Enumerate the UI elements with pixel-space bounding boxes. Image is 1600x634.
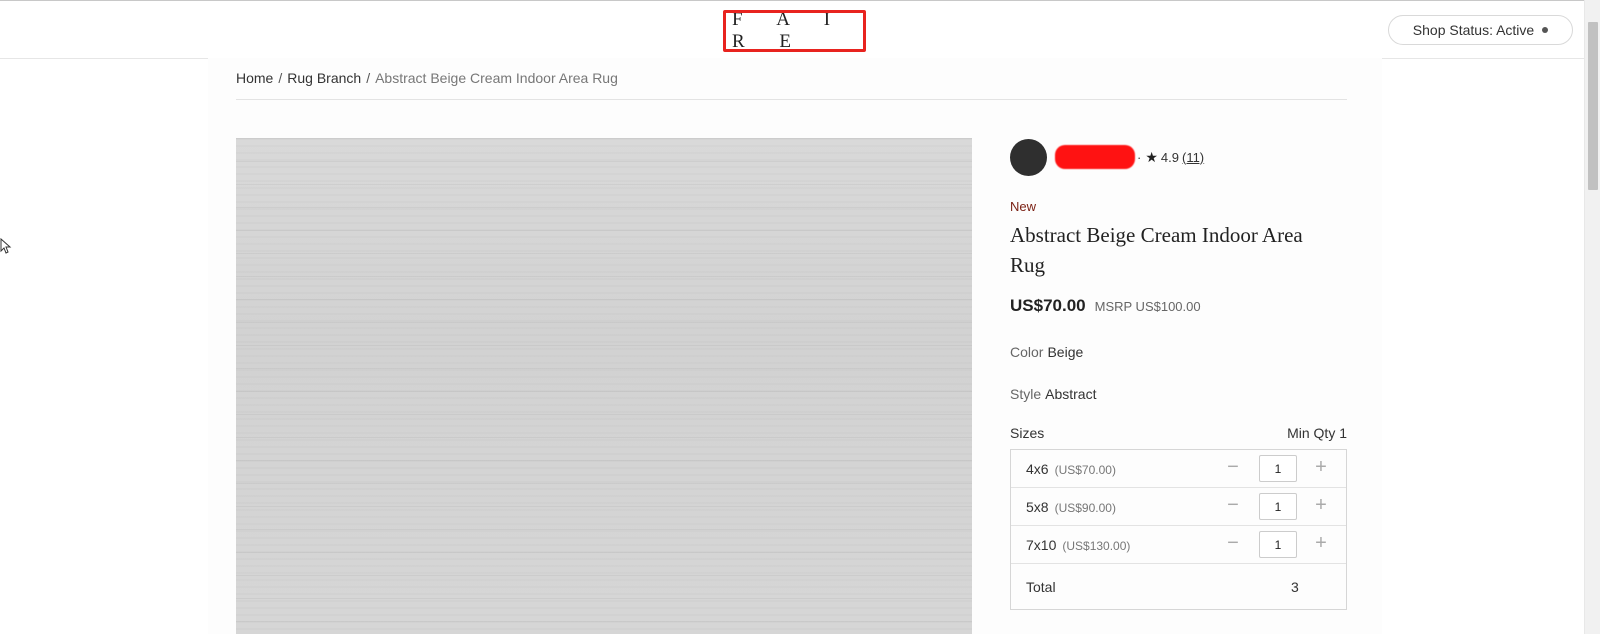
top-header: F A I R E Shop Status: Active — [0, 0, 1584, 59]
total-value: 3 — [1291, 579, 1299, 595]
rating-count-link[interactable]: (11) — [1182, 150, 1204, 165]
vendor-avatar[interactable] — [1010, 138, 1047, 176]
scrollbar-thumb[interactable] — [1588, 22, 1598, 190]
qty-input[interactable] — [1259, 493, 1297, 520]
rating-value: 4.9 — [1160, 149, 1179, 165]
decrease-qty-button[interactable]: − — [1221, 493, 1245, 517]
logo-highlight-box — [723, 10, 866, 52]
color-attribute: Color Beige — [1010, 344, 1083, 360]
increase-qty-button[interactable]: + — [1309, 493, 1333, 517]
breadcrumb-current: Abstract Beige Cream Indoor Area Rug — [375, 70, 618, 86]
breadcrumb-divider — [236, 99, 1347, 100]
size-name: 5x8 — [1026, 499, 1049, 515]
vendor-separator: · — [1137, 149, 1142, 165]
page-scrollbar[interactable] — [1584, 0, 1600, 634]
color-value: Beige — [1047, 344, 1084, 360]
increase-qty-button[interactable]: + — [1309, 455, 1333, 479]
msrp-price: MSRP US$100.00 — [1094, 299, 1201, 314]
total-label: Total — [1026, 579, 1056, 595]
product-image[interactable] — [236, 138, 972, 634]
status-dot-icon — [1542, 27, 1549, 33]
star-icon: ★ — [1145, 148, 1158, 165]
shop-status-button[interactable]: Shop Status: Active — [1388, 15, 1573, 45]
sizes-header: Sizes Min Qty 1 — [1010, 425, 1347, 441]
shop-status-label: Shop Status: Active — [1412, 22, 1535, 38]
breadcrumb-category-link[interactable]: Rug Branch — [287, 70, 361, 86]
breadcrumb: Home / Rug Branch / Abstract Beige Cream Ind… — [236, 70, 618, 86]
color-label: Color — [1010, 344, 1044, 360]
price-row: US$70.00 MSRP US$100.00 — [1010, 296, 1201, 316]
total-row: Total 3 — [1011, 564, 1346, 610]
size-price: (US$90.00) — [1054, 501, 1116, 515]
size-row: 5x8 (US$90.00) − + — [1011, 488, 1346, 526]
sizes-label: Sizes — [1010, 425, 1045, 441]
size-price: (US$130.00) — [1062, 539, 1131, 553]
mouse-cursor-icon — [0, 237, 12, 254]
min-qty-label: Min Qty 1 — [1287, 425, 1347, 441]
qty-input[interactable] — [1259, 531, 1297, 558]
size-name: 4x6 — [1026, 461, 1049, 477]
qty-input[interactable] — [1259, 455, 1297, 482]
new-badge: New — [1010, 199, 1037, 214]
vendor-name-redacted[interactable] — [1055, 145, 1135, 169]
breadcrumb-separator: / — [278, 70, 283, 86]
decrease-qty-button[interactable]: − — [1221, 455, 1245, 479]
product-title: Abstract Beige Cream Indoor Area Rug — [1010, 223, 1303, 277]
style-value: Abstract — [1045, 386, 1097, 402]
size-price: (US$70.00) — [1054, 463, 1116, 477]
wholesale-price: US$70.00 — [1010, 296, 1086, 315]
style-label: Style — [1010, 386, 1042, 402]
size-row: 7x10 (US$130.00) − + — [1011, 526, 1346, 564]
style-attribute: Style Abstract — [1010, 386, 1096, 402]
size-name: 7x10 — [1026, 537, 1057, 553]
size-option: 5x8 (US$90.00) — [1026, 499, 1116, 515]
breadcrumb-separator: / — [366, 70, 371, 86]
size-option: 4x6 (US$70.00) — [1026, 461, 1116, 477]
breadcrumb-home-link[interactable]: Home — [236, 70, 273, 86]
increase-qty-button[interactable]: + — [1309, 531, 1333, 555]
size-option: 7x10 (US$130.00) — [1026, 537, 1130, 553]
size-row: 4x6 (US$70.00) − + — [1011, 450, 1346, 488]
decrease-qty-button[interactable]: − — [1221, 531, 1245, 555]
sizes-table: 4x6 (US$70.00) − + 5x8 (US$90.00) − + 7x10… — [1010, 449, 1347, 610]
vendor-row: · ★ 4.9 (11) — [1010, 138, 1204, 176]
